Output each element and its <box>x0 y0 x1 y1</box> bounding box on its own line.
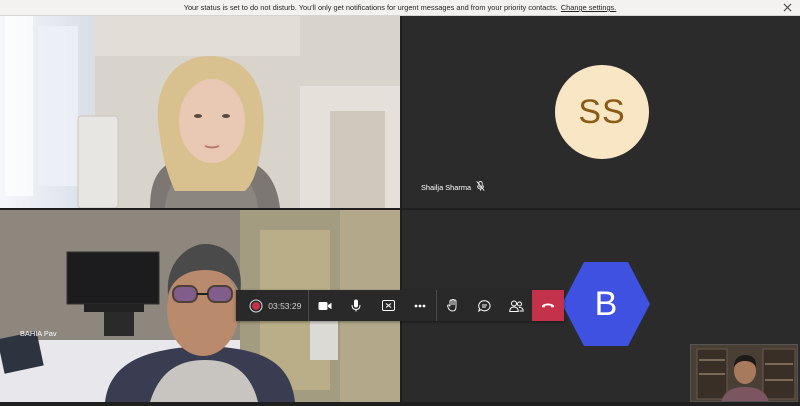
mic-muted-icon <box>476 181 485 193</box>
microphone-button[interactable] <box>340 290 372 321</box>
more-options-button[interactable] <box>404 290 436 321</box>
participant-video-feed <box>0 16 400 208</box>
more-icon <box>414 304 426 307</box>
participant-video-tile[interactable] <box>0 16 400 208</box>
participant-name: BAHIA Pav <box>20 329 57 338</box>
share-screen-button[interactable] <box>372 290 404 321</box>
microphone-icon <box>351 299 361 312</box>
chat-button[interactable] <box>469 290 501 321</box>
camera-icon <box>318 301 331 310</box>
recording-timer: 03:53:29 <box>236 290 308 321</box>
call-controls-bar: 03:53:29 <box>236 290 564 321</box>
hang-up-icon <box>542 303 555 308</box>
change-settings-link[interactable]: Change settings. <box>561 3 616 12</box>
call-duration: 03:53:29 <box>268 300 302 311</box>
participant-avatar-tile[interactable]: SS Shailja Sharma <box>402 16 800 208</box>
status-notification-banner: Your status is set to do not disturb. Yo… <box>0 0 800 16</box>
close-icon[interactable] <box>781 1 794 14</box>
banner-message: Your status is set to do not disturb. Yo… <box>183 3 558 12</box>
self-video-preview[interactable] <box>690 344 798 402</box>
hang-up-button[interactable] <box>532 290 564 321</box>
avatar: B <box>562 262 650 346</box>
self-video-feed <box>691 345 797 401</box>
raise-hand-icon <box>447 299 457 312</box>
camera-button[interactable] <box>309 290 341 321</box>
participants-button[interactable] <box>500 290 532 321</box>
participant-name-label: BAHIA Pav <box>20 329 57 338</box>
people-icon <box>509 300 524 312</box>
participant-name: Shailja Sharma <box>421 182 472 192</box>
participant-name-label: Shailja Sharma <box>421 181 485 193</box>
avatar: SS <box>555 65 649 159</box>
raise-hand-button[interactable] <box>437 290 469 321</box>
share-screen-icon <box>381 300 395 311</box>
record-icon <box>252 301 261 310</box>
avatar-initials: B <box>594 284 618 323</box>
meeting-stage: Your status is set to do not disturb. Yo… <box>0 0 800 406</box>
chat-icon <box>477 299 491 312</box>
